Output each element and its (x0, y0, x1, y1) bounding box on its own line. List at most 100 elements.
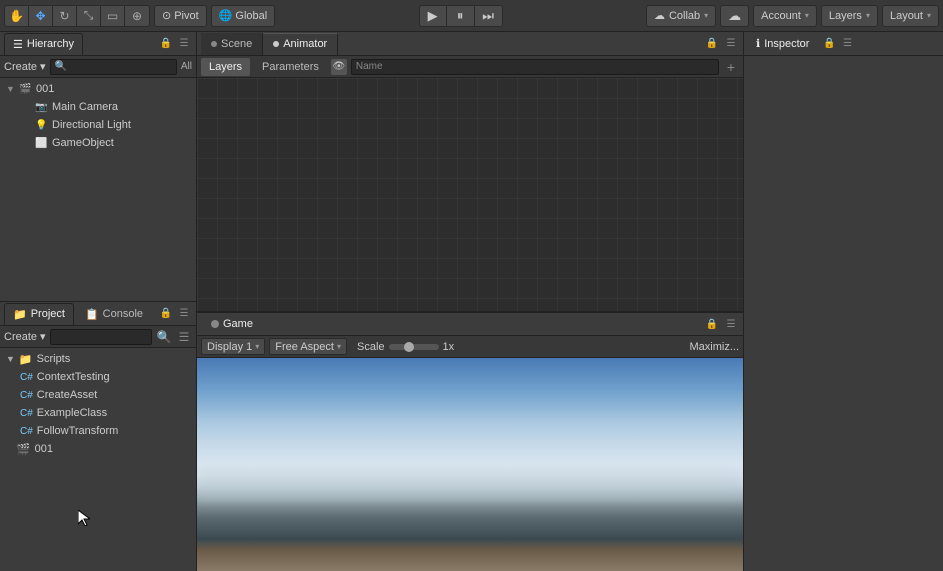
hierarchy-create-arrow: ▾ (40, 60, 46, 73)
inspector-lock-btn[interactable]: 🔒 (821, 36, 837, 52)
animator-tab[interactable]: Animator (263, 33, 338, 55)
project-item-label-exampleclass: ExampleClass (37, 407, 107, 419)
game-maximize-btn[interactable]: Maximiz... (690, 341, 740, 353)
layout-dropdown[interactable]: Layout ▾ (882, 5, 939, 27)
rotate-tool-btn[interactable]: ↻ (53, 5, 77, 27)
camera-icon: 📷 (35, 102, 49, 113)
console-icon: 📋 (85, 308, 99, 321)
project-item-label-followtransform: FollowTransform (37, 425, 119, 437)
hierarchy-item-001[interactable]: ▼ 🎬 001 (0, 80, 196, 98)
leaf-001-main-camera: ▶ (22, 102, 32, 113)
scene-menu-btn[interactable]: ☰ (723, 36, 739, 52)
project-icon: 📁 (13, 308, 27, 321)
hierarchy-item-gameobject[interactable]: ▶ ⬜ GameObject (0, 134, 196, 152)
project-item-001-asset[interactable]: ▶ 🎬 001 (0, 440, 196, 458)
inspector-menu-btn[interactable]: ☰ (839, 36, 855, 52)
pivot-icon: ⊙ (162, 9, 171, 22)
light-icon: 💡 (35, 120, 49, 131)
scene-animator-area: Scene Animator 🔒 ☰ Layers Parameters (197, 32, 743, 311)
asset-arrow-icon: ▶ (6, 444, 13, 455)
hierarchy-content: ▼ 🎬 001 ▶ 📷 Main Camera ▶ 💡 Directional … (0, 78, 196, 301)
cloud-btn[interactable]: ☁ (720, 5, 749, 27)
anim-add-btn[interactable]: + (723, 59, 739, 75)
inspector-tab[interactable]: ℹ Inspector (748, 33, 817, 55)
scene-tab-dot (211, 41, 217, 47)
console-label: Console (103, 308, 143, 320)
project-tab[interactable]: 📁 Project (4, 303, 74, 325)
game-display-dropdown[interactable]: Display 1 ▾ (201, 338, 265, 355)
pivot-btn[interactable]: ⊙ Pivot (154, 5, 207, 27)
play-controls: ▶ ⏸ ⏭ (419, 5, 503, 27)
inspector-icon: ℹ (756, 37, 760, 50)
project-lock-btn[interactable]: 🔒 (158, 306, 174, 322)
game-scale-area: Scale 1x (357, 341, 454, 353)
account-dropdown[interactable]: Account ▾ (753, 5, 817, 27)
collapse-001-icon: ▼ (6, 84, 16, 94)
project-item-contexttesting[interactable]: C# ContextTesting (0, 368, 196, 386)
play-btn[interactable]: ▶ (419, 5, 447, 27)
hierarchy-item-label-gameobject: GameObject (52, 137, 114, 149)
rect-tool-btn[interactable]: ▭ (101, 5, 125, 27)
all-tools-btn[interactable]: ⊕ (125, 5, 149, 27)
hierarchy-lock-btn[interactable]: 🔒 (158, 36, 174, 52)
hierarchy-item-directional-light[interactable]: ▶ 💡 Directional Light (0, 116, 196, 134)
hierarchy-item-label-main-camera: Main Camera (52, 101, 118, 113)
hierarchy-menu-btn[interactable]: ☰ (176, 36, 192, 52)
leaf-001-gameobject: ▶ (22, 138, 32, 149)
anim-layers-tab[interactable]: Layers (201, 58, 250, 76)
hierarchy-toolbar: Create ▾ 🔍 All (0, 56, 196, 78)
hierarchy-tab[interactable]: ☰ Hierarchy (4, 33, 83, 55)
collab-label: Collab (669, 10, 700, 22)
hierarchy-create-btn[interactable]: Create ▾ (4, 60, 46, 73)
game-area: Game 🔒 ☰ Display 1 ▾ Free Aspect ▾ (197, 311, 743, 571)
project-search-box[interactable] (50, 329, 152, 345)
inspector-label: Inspector (764, 38, 809, 50)
transform-tools: ✋ ✥ ↻ ⤡ ▭ ⊕ (4, 5, 150, 27)
main-layout: ☰ Hierarchy 🔒 ☰ Create ▾ 🔍 All (0, 32, 943, 571)
game-aspect-dropdown[interactable]: Free Aspect ▾ (269, 338, 347, 355)
step-btn[interactable]: ⏭ (475, 5, 503, 27)
hand-tool-btn[interactable]: ✋ (5, 5, 29, 27)
project-filter-btn[interactable]: 🔍 (156, 329, 172, 345)
global-btn[interactable]: 🌐 Global (211, 5, 276, 27)
translate-tool-btn[interactable]: ✥ (29, 5, 53, 27)
project-content: ▼ 📁 Scripts C# ContextTesting C# CreateA… (0, 348, 196, 571)
project-item-label-001: 001 (35, 443, 53, 455)
scale-tool-btn[interactable]: ⤡ (77, 5, 101, 27)
project-item-scripts[interactable]: ▼ 📁 Scripts (0, 350, 196, 368)
project-search-input[interactable] (55, 331, 147, 342)
project-item-followtransform[interactable]: C# FollowTransform (0, 422, 196, 440)
scene-tab[interactable]: Scene (201, 33, 263, 55)
game-lock-btn[interactable]: 🔒 (704, 316, 720, 332)
anim-params-tab[interactable]: Parameters (254, 58, 327, 76)
collab-dropdown[interactable]: ☁ Collab ▾ (646, 5, 716, 27)
hierarchy-item-main-camera[interactable]: ▶ 📷 Main Camera (0, 98, 196, 116)
anim-search-box[interactable]: Name (351, 59, 719, 75)
hierarchy-item-label-001: 001 (36, 83, 54, 95)
collab-arrow: ▾ (704, 11, 708, 20)
project-view-btn[interactable]: ☰ (176, 329, 192, 345)
game-sky (197, 358, 743, 571)
hierarchy-search-input[interactable] (70, 61, 172, 72)
console-tab[interactable]: 📋 Console (76, 303, 152, 325)
game-tab-actions: 🔒 ☰ (704, 316, 739, 332)
game-view[interactable] (197, 358, 743, 571)
hierarchy-search-box[interactable]: 🔍 (50, 59, 177, 75)
project-tab-actions: 🔒 ☰ (158, 306, 192, 322)
game-menu-btn[interactable]: ☰ (723, 316, 739, 332)
pause-btn[interactable]: ⏸ (447, 5, 475, 27)
project-item-exampleclass[interactable]: C# ExampleClass (0, 404, 196, 422)
scene-lock-btn[interactable]: 🔒 (704, 36, 720, 52)
anim-toggle-btn[interactable]: 👁 (331, 59, 347, 75)
animator-grid[interactable] (197, 78, 743, 311)
hierarchy-all-btn[interactable]: All (181, 61, 192, 72)
project-create-btn[interactable]: Create ▾ (4, 330, 46, 343)
anim-params-label: Parameters (262, 61, 319, 73)
animator-toolbar: Layers Parameters 👁 Name + (197, 56, 743, 78)
project-menu-btn[interactable]: ☰ (176, 306, 192, 322)
game-scale-slider[interactable] (389, 344, 439, 350)
game-tab[interactable]: Game (201, 313, 263, 335)
project-item-createasset[interactable]: C# CreateAsset (0, 386, 196, 404)
layers-dropdown[interactable]: Layers ▾ (821, 5, 878, 27)
ec-icon: C# (20, 408, 33, 419)
